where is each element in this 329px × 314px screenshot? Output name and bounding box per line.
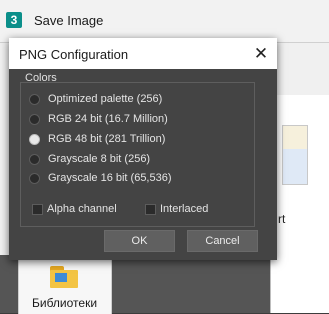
cancel-button[interactable]: Cancel (187, 230, 258, 252)
parent-window-title: Save Image (34, 13, 104, 28)
checkbox[interactable] (32, 203, 43, 215)
parent-window-titlebar: 3 Save Image (0, 0, 329, 43)
file-label-partial: rt (278, 212, 286, 226)
radio-label: Grayscale 16 bit (65,536) (48, 172, 172, 184)
radio-label: Optimized palette (256) (48, 93, 163, 105)
checkbox-label: Interlaced (160, 203, 209, 215)
radio-label: RGB 24 bit (16.7 Million) (48, 113, 168, 125)
radio-optimized-palette[interactable]: Optimized palette (256) (29, 91, 162, 107)
ok-button[interactable]: OK (104, 230, 175, 252)
close-icon[interactable]: ✕ (247, 40, 275, 67)
radio-label: RGB 48 bit (281 Trillion) (48, 133, 166, 145)
checkbox-label: Alpha channel (47, 203, 117, 215)
library-label[interactable]: Библиотеки (32, 296, 97, 310)
radio-button[interactable] (29, 113, 40, 125)
app-icon: 3 (6, 12, 22, 28)
interlaced-checkbox[interactable]: Interlaced (145, 201, 208, 217)
png-configuration-dialog: PNG Configuration ✕ Colors Optimized pal… (9, 38, 277, 260)
radio-button[interactable] (29, 153, 40, 165)
radio-label: Grayscale 8 bit (256) (48, 153, 151, 165)
dialog-title: PNG Configuration (19, 47, 129, 62)
radio-button[interactable] (29, 172, 40, 184)
radio-button-selected[interactable] (29, 133, 40, 145)
checkbox[interactable] (145, 203, 156, 215)
library-folder-icon (50, 266, 78, 288)
alpha-channel-checkbox[interactable]: Alpha channel (32, 201, 117, 217)
radio-rgb-48-bit[interactable]: RGB 48 bit (281 Trillion) (29, 131, 165, 147)
radio-grayscale-8-bit[interactable]: Grayscale 8 bit (256) (29, 151, 150, 167)
radio-rgb-24-bit[interactable]: RGB 24 bit (16.7 Million) (29, 111, 168, 127)
radio-button[interactable] (29, 93, 40, 105)
document-icon (282, 125, 308, 185)
radio-grayscale-16-bit[interactable]: Grayscale 16 bit (65,536) (29, 170, 172, 186)
dialog-titlebar: PNG Configuration ✕ (9, 38, 277, 69)
